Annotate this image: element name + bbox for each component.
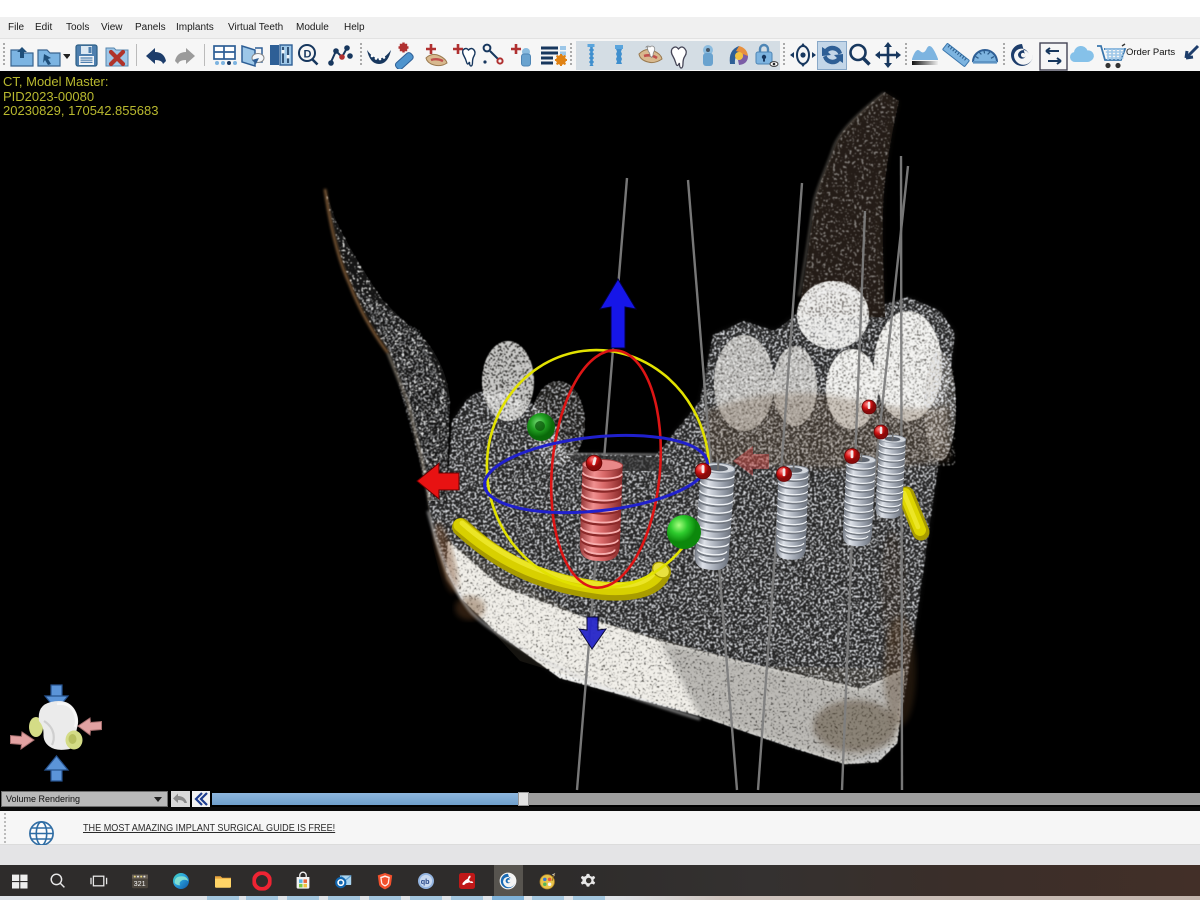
svg-text:D: D	[304, 49, 312, 61]
svg-text:qb: qb	[421, 877, 430, 886]
svg-text:321: 321	[134, 879, 146, 888]
